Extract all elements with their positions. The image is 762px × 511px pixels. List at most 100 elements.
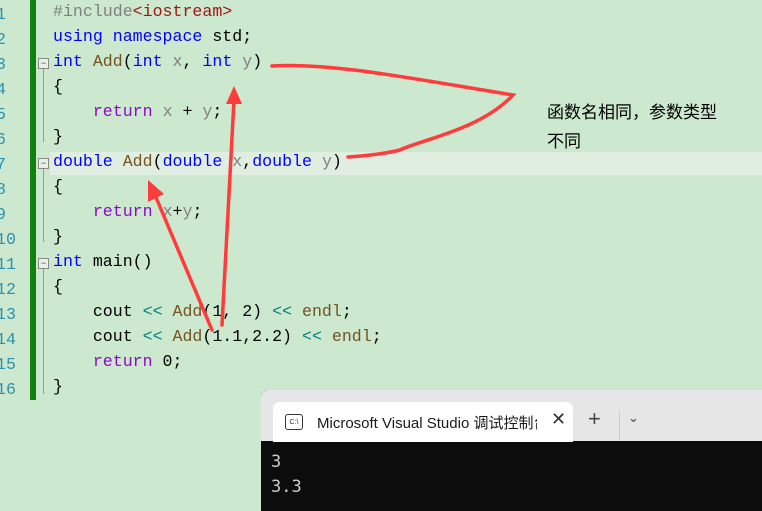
fold-guide [43,169,44,242]
code-token: return [92,352,153,371]
fold-toggle[interactable]: − [38,158,49,169]
code-token: } [53,377,63,396]
code-line: } [53,377,63,402]
fold-guide [43,69,44,142]
code-token: + [172,202,183,221]
code-token: ( [152,152,163,171]
fold-toggle[interactable]: − [38,258,49,269]
code-token: ; [341,302,352,321]
code-token: Add [92,52,123,71]
code-token: { [53,77,63,96]
code-line: using namespace std; [53,27,252,52]
line-number-gutter: 1 2 3 4 5 6 7 8 9 10 11 12 13 14 15 16 [0,0,30,400]
code-token: <iostream> [132,2,233,21]
annotation-text-2: 不同 [547,132,581,151]
code-token: ( [122,52,133,71]
code-token: << [272,302,293,321]
code-token: using [53,27,103,46]
line-number: 2 [0,30,6,49]
code-token: endl [302,302,342,321]
code-token: int [132,52,163,71]
code-token: #include [53,2,133,21]
code-token: (1.1,2.2) [202,327,302,346]
code-line: double Add(double x,double y) [53,152,342,177]
code-token: Add [172,327,203,346]
code-line: } [53,227,63,252]
code-token: << [142,302,163,321]
line-number: 4 [0,80,6,99]
code-line: #include<iostream> [53,2,232,27]
annotation-text: 函数名相同，参数类型 [547,103,717,122]
code-line: } [53,127,63,152]
code-token: { [53,277,63,296]
tab-bar: C:\ Microsoft Visual Studio 调试控制台 ✕ + ⌄ [261,390,762,442]
code-token: return [92,202,153,221]
code-token: Add [122,152,153,171]
code-line: cout << Add(1, 2) << endl; [53,302,352,327]
code-token: y [242,52,253,71]
code-token: << [301,327,322,346]
code-line: { [53,77,63,102]
code-token: ; [371,327,382,346]
new-tab-button[interactable]: + [588,406,601,432]
code-line: { [53,277,63,302]
line-number: 14 [0,330,16,349]
code-token: 0; [152,352,183,371]
fold-guide [43,269,44,394]
code-token: x [172,52,183,71]
code-token: double [162,152,223,171]
code-token: } [53,127,63,146]
code-token: + [172,102,203,121]
output-line: 3.3 [271,477,302,497]
console-tab[interactable]: C:\ Microsoft Visual Studio 调试控制台 ✕ [273,402,573,442]
divider [619,410,620,440]
code-token: } [53,227,63,246]
code-token: { [53,177,63,196]
code-token: double [53,152,113,171]
code-token: , [242,152,253,171]
tab-title: Microsoft Visual Studio 调试控制台 [317,415,537,432]
chevron-down-icon[interactable]: ⌄ [628,410,639,426]
line-number: 1 [0,5,6,24]
code-token: int [53,252,83,271]
line-number: 13 [0,305,16,324]
code-token: y [182,202,193,221]
code-line: return x + y; [53,102,223,127]
line-number: 16 [0,380,16,399]
code-line: int main() [53,252,153,277]
code-token: y [321,152,332,171]
code-token: double [252,152,312,171]
line-number: 9 [0,205,6,224]
code-line: { [53,177,63,202]
fold-toggle[interactable]: − [38,58,49,69]
code-token: x [162,102,173,121]
line-number: 10 [0,230,16,249]
code-token: Add [172,302,203,321]
console-window: C:\ Microsoft Visual Studio 调试控制台 ✕ + ⌄ … [261,390,762,511]
line-number: 8 [0,180,6,199]
line-number: 3 [0,55,6,74]
line-number: 7 [0,155,6,174]
code-token: cout [53,302,143,321]
output-line: 3 [271,452,282,472]
close-icon[interactable]: ✕ [551,409,566,430]
code-token: std; [202,27,253,46]
code-token: ) [252,52,263,71]
code-token: , [182,52,203,71]
line-number: 15 [0,355,16,374]
code-token: x [162,202,173,221]
code-token: << [142,327,163,346]
code-token: y [202,102,213,121]
code-line: cout << Add(1.1,2.2) << endl; [53,327,382,352]
code-token: int [53,52,83,71]
